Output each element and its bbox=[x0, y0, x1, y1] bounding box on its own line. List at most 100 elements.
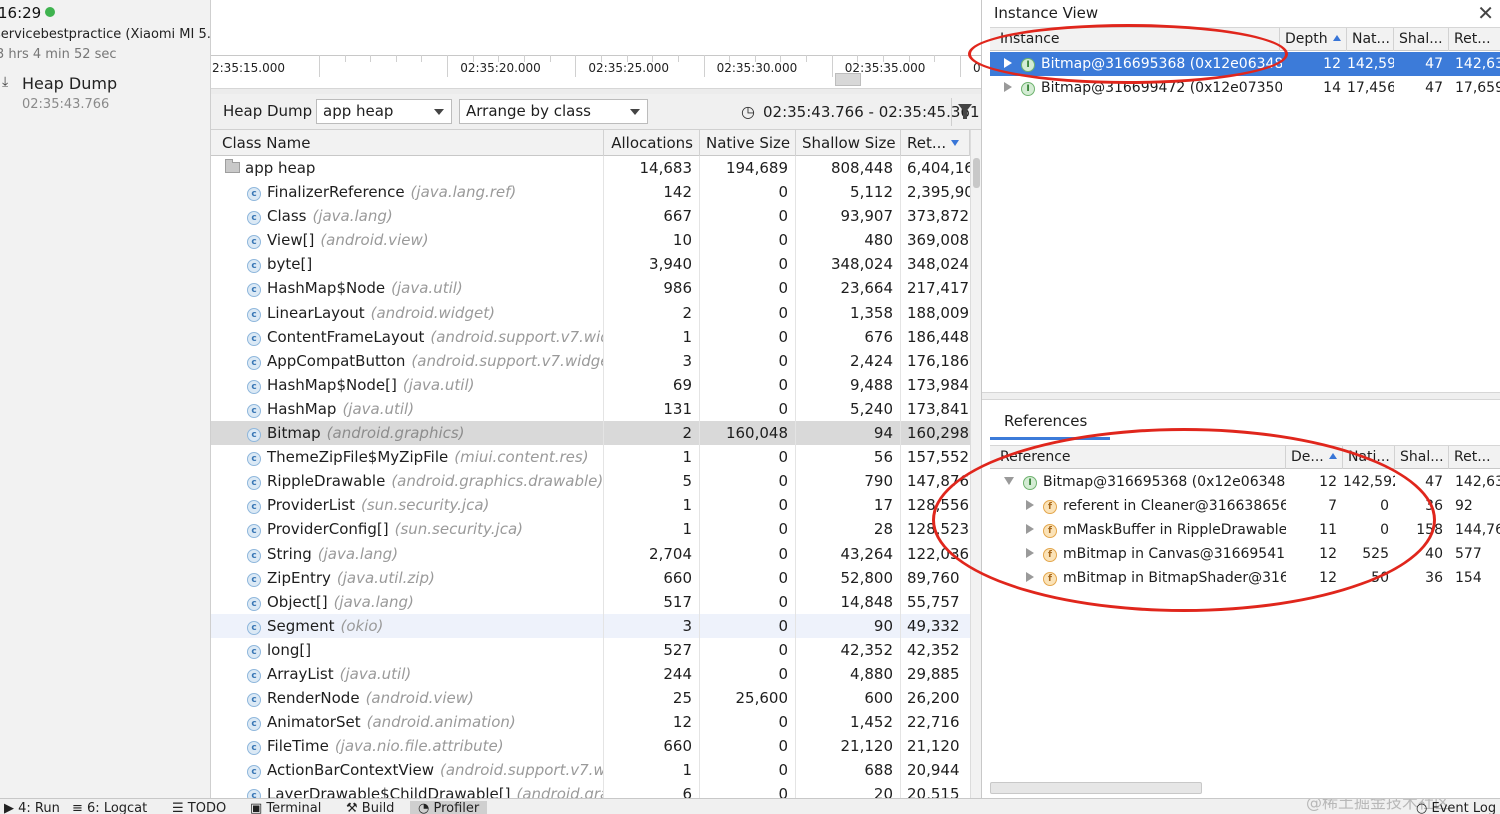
col-depth[interactable]: Depth bbox=[1280, 28, 1347, 51]
table-row[interactable]: c FinalizerReference (java.lang.ref) 142 0 5,… bbox=[211, 180, 970, 204]
tab-todo[interactable]: ☰ TODO bbox=[172, 801, 226, 814]
table-row[interactable]: c Class (java.lang) 667 0 93,907 373,872 bbox=[211, 204, 970, 228]
expand-arrow-icon[interactable] bbox=[1026, 524, 1034, 534]
timeline-tick-label: 02:35:25.000 bbox=[588, 61, 670, 75]
col-reference[interactable]: Reference bbox=[990, 446, 1286, 469]
timeline-heap-dump-marker[interactable] bbox=[835, 73, 861, 86]
native-size-cell: 0 bbox=[778, 231, 788, 250]
table-row[interactable]: app heap 14,683 194,689 808,448 6,404,16 bbox=[211, 156, 970, 180]
col-ref-native[interactable]: Nati... bbox=[1343, 446, 1395, 469]
expand-arrow-icon[interactable] bbox=[1026, 548, 1034, 558]
tab-profiler[interactable]: ◔ Profiler bbox=[410, 801, 488, 814]
shallow-size-cell: 676 bbox=[864, 327, 893, 346]
reference-retained-cell: 154 bbox=[1455, 570, 1482, 586]
class-name: ZipEntry bbox=[267, 568, 331, 587]
session-device[interactable]: servicebestpractice (Xiaomi MI 5... bbox=[0, 27, 210, 42]
table-row[interactable]: c Bitmap (android.graphics) 2 160,048 94 160,2… bbox=[211, 421, 970, 446]
table-row[interactable]: c FileTime (java.nio.file.attribute) 660 0 21… bbox=[211, 734, 970, 758]
class-name: RenderNode bbox=[267, 689, 360, 708]
col-retained[interactable]: Ret... bbox=[1449, 28, 1500, 51]
col-native-size[interactable]: Native Size bbox=[700, 130, 796, 156]
heap-select[interactable]: app heap bbox=[316, 99, 452, 124]
retained-size-cell: 55,757 bbox=[907, 592, 960, 611]
reference-row[interactable]: I Bitmap@316695368 (0x12e06348) 12 142,592 4… bbox=[990, 470, 1500, 494]
table-row[interactable]: c LayerDrawable$ChildDrawable[] (android.g… bbox=[211, 782, 970, 798]
vertical-splitter[interactable] bbox=[982, 392, 1500, 400]
table-row[interactable]: c HashMap$Node[] (java.util) 69 0 9,488 173,98… bbox=[211, 373, 970, 397]
table-row[interactable]: c ThemeZipFile$MyZipFile (miui.content.res… bbox=[211, 445, 970, 469]
tab-references[interactable]: References bbox=[990, 402, 1110, 440]
class-icon: c bbox=[247, 644, 261, 659]
timeline[interactable]: 2:35:15.000 02:35:20.000 02:35:25.000 02:35… bbox=[211, 0, 981, 88]
table-row[interactable]: c Object[] (java.lang) 517 0 14,848 55,757 bbox=[211, 590, 970, 614]
shallow-size-cell: 5,240 bbox=[850, 399, 893, 418]
tool-window-bar: ▶ 4: Run ≡ 6: Logcat ☰ TODO ▣ Terminal ⚒… bbox=[0, 798, 1500, 814]
col-ref-retained[interactable]: Ret... bbox=[1449, 446, 1500, 469]
col-retained-size[interactable]: Ret... bbox=[901, 130, 970, 156]
table-row[interactable]: c ContentFrameLayout (android.support.v7.w… bbox=[211, 325, 970, 349]
expand-arrow-icon[interactable] bbox=[1026, 500, 1034, 510]
allocations-cell: 5 bbox=[682, 472, 692, 491]
table-row[interactable]: c ZipEntry (java.util.zip) 660 0 52,800 89,760 bbox=[211, 566, 970, 590]
retained-size-cell: 49,332 bbox=[907, 616, 960, 635]
col-ref-depth[interactable]: De... bbox=[1286, 446, 1343, 469]
table-row[interactable]: c byte[] 3,940 0 348,024 348,024 bbox=[211, 252, 970, 276]
horizontal-scrollbar-thumb[interactable] bbox=[990, 782, 1202, 794]
col-shallow[interactable]: Shal... bbox=[1394, 28, 1449, 51]
table-row[interactable]: c long[] 527 0 42,352 42,352 bbox=[211, 638, 970, 662]
class-table-scrollbar[interactable] bbox=[970, 130, 981, 798]
col-ref-shallow[interactable]: Shal... bbox=[1395, 446, 1449, 469]
timeline-minor-tick bbox=[626, 55, 628, 62]
table-row[interactable]: c RippleDrawable (android.graphics.drawabl… bbox=[211, 469, 970, 493]
folder-icon bbox=[225, 159, 240, 173]
reference-label: mBitmap in BitmapShader@31669 bbox=[1063, 570, 1286, 586]
table-row[interactable]: c LinearLayout (android.widget) 2 0 1,358 188,… bbox=[211, 301, 970, 325]
allocations-cell: 1 bbox=[682, 761, 692, 780]
tab-terminal[interactable]: ▣ Terminal bbox=[250, 801, 321, 814]
table-row[interactable]: c AppCompatButton (android.support.v7.widg… bbox=[211, 349, 970, 373]
arrange-select[interactable]: Arrange by class bbox=[459, 99, 648, 124]
table-row[interactable]: c Segment (okio) 3 0 90 49,332 bbox=[211, 613, 970, 638]
session-panel: 16:29 servicebestpractice (Xiaomi MI 5..… bbox=[0, 0, 211, 798]
collapse-arrow-icon[interactable] bbox=[1004, 477, 1014, 485]
col-shallow-size[interactable]: Shallow Size bbox=[796, 130, 901, 156]
close-icon[interactable]: ✕ bbox=[1477, 1, 1494, 25]
col-instance[interactable]: Instance bbox=[990, 28, 1280, 51]
table-row[interactable]: c View[] (android.view) 10 0 480 369,008 bbox=[211, 228, 970, 252]
table-row[interactable]: c HashMap (java.util) 131 0 5,240 173,841 bbox=[211, 397, 970, 421]
expand-arrow-icon[interactable] bbox=[1004, 82, 1012, 92]
table-row[interactable]: c ProviderList (sun.security.jca) 1 0 17 128,5… bbox=[211, 493, 970, 517]
native-size-cell: 0 bbox=[778, 713, 788, 732]
tab-logcat[interactable]: ≡ 6: Logcat bbox=[72, 801, 147, 814]
reference-retained-cell: 92 bbox=[1455, 498, 1473, 514]
col-native[interactable]: Nat... bbox=[1347, 28, 1394, 51]
scrollbar-thumb[interactable] bbox=[973, 158, 980, 188]
table-row[interactable]: c String (java.lang) 2,704 0 43,264 122,036 bbox=[211, 542, 970, 566]
event-log-button[interactable]: ○ Event Log bbox=[1416, 801, 1496, 814]
instance-row[interactable]: I Bitmap@316699472 (0x12e07350) 14 17,456 47… bbox=[990, 76, 1500, 100]
reference-row[interactable]: f mMaskBuffer in RippleDrawable@ 11 0 158 144… bbox=[990, 518, 1500, 542]
reference-row[interactable]: f referent in Cleaner@316638656 (0 7 0 36 92 bbox=[990, 494, 1500, 518]
reference-row[interactable]: f mBitmap in Canvas@316695416 (0 12 525 40 57… bbox=[990, 542, 1500, 566]
table-row[interactable]: c ActionBarContextView (android.support.v7… bbox=[211, 758, 970, 782]
heap-dump-item-title[interactable]: Heap Dump bbox=[22, 74, 117, 93]
col-allocations[interactable]: Allocations bbox=[604, 130, 700, 156]
table-row[interactable]: c HashMap$Node (java.util) 986 0 23,664 217,41… bbox=[211, 276, 970, 300]
class-name-cell: c HashMap$Node[] (java.util) bbox=[211, 373, 603, 397]
table-row[interactable]: c ArrayList (java.util) 244 0 4,880 29,885 bbox=[211, 662, 970, 686]
instance-row[interactable]: I Bitmap@316695368 (0x12e06348) 12 142,592 4… bbox=[990, 52, 1500, 76]
table-row[interactable]: c RenderNode (android.view) 25 25,600 600 26,2… bbox=[211, 686, 970, 710]
expand-arrow-icon[interactable] bbox=[1004, 58, 1012, 68]
tab-build[interactable]: ⚒ Build bbox=[346, 801, 394, 814]
class-name: Segment bbox=[267, 616, 335, 635]
expand-arrow-icon[interactable] bbox=[1026, 572, 1034, 582]
table-row[interactable]: c ProviderConfig[] (sun.security.jca) 1 0 28 1… bbox=[211, 517, 970, 541]
clock-icon: ◷ bbox=[741, 102, 755, 121]
reference-row[interactable]: f mBitmap in BitmapShader@31669 12 50 36 154 bbox=[990, 566, 1500, 590]
retained-size-cell: 348,024 bbox=[907, 255, 970, 274]
timeline-minor-tick bbox=[883, 55, 884, 62]
table-row[interactable]: c AnimatorSet (android.animation) 12 0 1,452 2… bbox=[211, 710, 970, 734]
col-class-name[interactable]: Class Name bbox=[211, 130, 604, 156]
tab-run[interactable]: ▶ 4: Run bbox=[4, 801, 60, 814]
reference-native-cell: 50 bbox=[1371, 570, 1389, 586]
